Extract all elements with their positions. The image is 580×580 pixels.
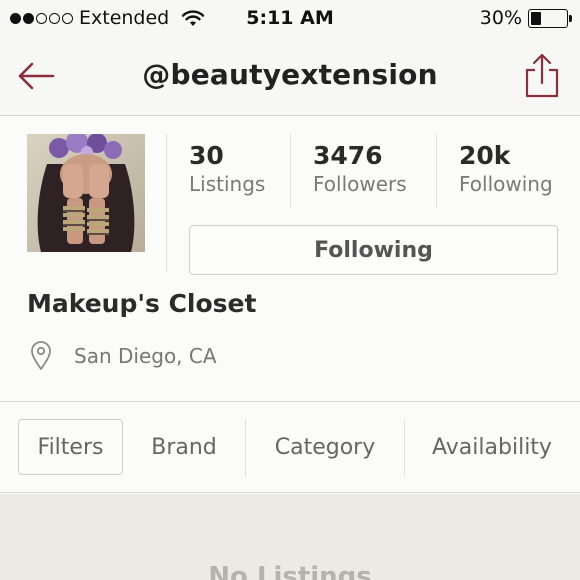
share-button[interactable] — [524, 52, 560, 98]
location-pin-icon — [31, 341, 51, 370]
stat-value: 30 — [189, 141, 224, 170]
filter-divider — [245, 419, 246, 477]
stat-listings[interactable]: 30 Listings — [189, 141, 265, 196]
profile-section: 30 Listings 3476 Followers 20k Following… — [0, 117, 580, 402]
stat-following[interactable]: 20k Following — [459, 141, 553, 196]
avatar[interactable] — [27, 134, 145, 252]
stat-value: 3476 — [313, 141, 383, 170]
closet-name: Makeup's Closet — [27, 289, 257, 318]
share-icon — [525, 53, 559, 98]
filter-divider — [404, 419, 405, 477]
navigation-bar: @beautyextension — [0, 38, 580, 116]
category-filter[interactable]: Category — [252, 419, 398, 475]
location-text: San Diego, CA — [74, 344, 217, 368]
profile-photo — [27, 134, 145, 252]
listings-area: No Listings — [0, 494, 580, 580]
stat-label: Followers — [313, 172, 407, 196]
status-right: 30% — [479, 7, 572, 29]
stat-followers[interactable]: 3476 Followers — [313, 141, 407, 196]
stat-divider — [436, 134, 437, 208]
empty-state-message: No Listings — [208, 562, 372, 580]
profile-divider — [166, 134, 167, 272]
stat-divider — [290, 134, 291, 208]
stat-value: 20k — [459, 141, 511, 170]
status-bar: Extended 5:11 AM 30% — [0, 0, 580, 38]
stat-label: Following — [459, 172, 553, 196]
stat-label: Listings — [189, 172, 266, 196]
battery-percentage: 30% — [479, 7, 522, 29]
battery-level — [531, 11, 542, 25]
following-button[interactable]: Following — [189, 225, 558, 275]
brand-filter[interactable]: Brand — [128, 419, 240, 475]
page-title: @beautyextension — [142, 58, 438, 91]
filter-bar: Filters Brand Category Availability — [0, 403, 580, 493]
filters-button[interactable]: Filters — [18, 419, 123, 475]
availability-filter[interactable]: Availability — [412, 419, 572, 475]
battery-icon — [528, 8, 572, 28]
location: San Diego, CA — [30, 341, 217, 371]
